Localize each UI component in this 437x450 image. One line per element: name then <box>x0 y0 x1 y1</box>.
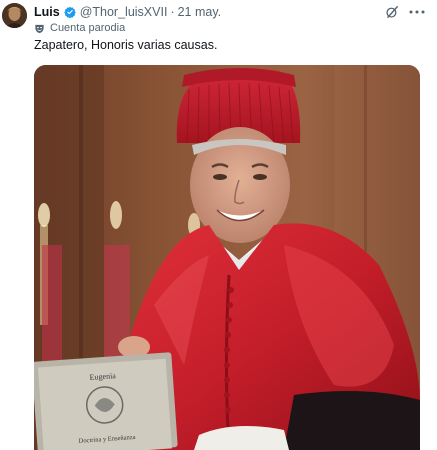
more-button[interactable] <box>408 4 426 20</box>
tweet: Luis @Thor_luisXVII · 21 may. Cuenta par… <box>0 0 437 450</box>
header-separator: · <box>170 5 175 19</box>
parody-mask-icon <box>35 24 44 33</box>
verified-badge-icon <box>63 6 76 18</box>
author-name[interactable]: Luis <box>34 5 60 19</box>
tweet-text: Zapatero, Honoris varias causas. <box>34 38 218 52</box>
book-title: Eugenia <box>89 371 116 382</box>
tweet-photo[interactable]: Eugenia Doctrina y Enseñanza <box>34 65 420 450</box>
grok-icon <box>386 6 398 18</box>
more-icon <box>409 10 425 14</box>
tweet-header: Luis @Thor_luisXVII · 21 may. <box>34 4 221 20</box>
grok-button[interactable] <box>384 4 400 20</box>
author-handle[interactable]: @Thor_luisXVII <box>80 5 168 19</box>
parody-label-text: Cuenta parodia <box>50 22 126 34</box>
avatar-image <box>2 3 27 28</box>
avatar[interactable] <box>2 3 27 28</box>
parody-label: Cuenta parodia <box>34 21 125 35</box>
photo-image: Eugenia Doctrina y Enseñanza <box>34 65 420 450</box>
tweet-date[interactable]: 21 may. <box>178 5 222 19</box>
